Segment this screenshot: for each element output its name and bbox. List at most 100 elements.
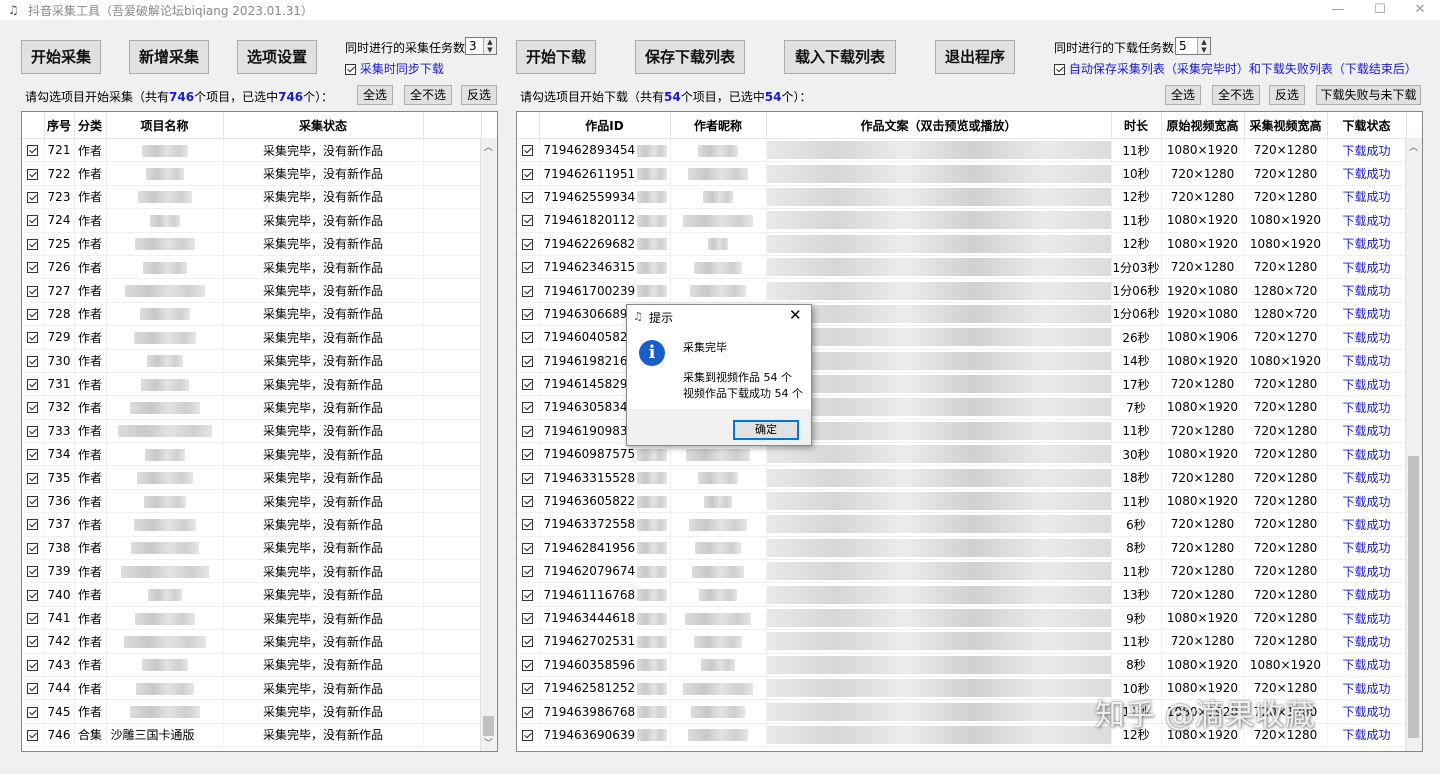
load-download-list-button[interactable]: 载入下载列表 — [784, 40, 896, 74]
checkbox-icon[interactable] — [522, 519, 534, 531]
checkbox-icon[interactable] — [27, 706, 39, 718]
row-checkbox[interactable] — [22, 676, 45, 701]
table-row[interactable]: 727 作者 采集完毕，没有新作品 — [22, 278, 482, 303]
collect-concurrent-spinner[interactable]: 3 ▲ ▼ — [465, 37, 497, 55]
left-select-none-button[interactable]: 全不选 — [404, 85, 452, 105]
table-row[interactable]: 726 作者 采集完毕，没有新作品 — [22, 255, 482, 280]
table-row[interactable]: 719460987575 30秒 1080×1920 720×1280 下载成功 — [517, 442, 1407, 467]
checkbox-icon[interactable] — [27, 238, 39, 250]
row-caption-redacted[interactable] — [766, 489, 1112, 514]
auto-save-checkbox[interactable]: 自动保存采集列表（采集完毕时）和下载失败列表（下载结束后） — [1054, 60, 1417, 77]
row-caption-redacted[interactable] — [766, 629, 1112, 654]
checkbox-icon[interactable] — [27, 496, 39, 508]
row-caption-redacted[interactable] — [766, 442, 1112, 467]
checkbox-icon[interactable] — [27, 168, 39, 180]
header-dl-status[interactable]: 下载状态 — [1327, 112, 1407, 139]
download-fail-button[interactable]: 下载失败与未下载 — [1316, 85, 1421, 105]
table-row[interactable]: 719462841956 8秒 720×1280 720×1280 下载成功 — [517, 536, 1407, 561]
checkbox-icon[interactable] — [522, 191, 534, 203]
table-row[interactable]: 719462346315 1分03秒 720×1280 720×1280 下载成功 — [517, 255, 1407, 280]
header-coll-size[interactable]: 采集视频宽高 — [1244, 112, 1328, 139]
right-select-none-button[interactable]: 全不选 — [1212, 85, 1260, 105]
header-no[interactable]: 序号 — [44, 112, 75, 139]
row-checkbox[interactable] — [22, 559, 45, 584]
checkbox-icon[interactable] — [522, 566, 534, 578]
new-collect-button[interactable]: 新增采集 — [129, 40, 209, 74]
table-row[interactable]: 734 作者 采集完毕，没有新作品 — [22, 442, 482, 467]
row-caption-redacted[interactable] — [766, 138, 1112, 163]
row-checkbox[interactable] — [22, 489, 45, 514]
scroll-up-icon[interactable]: ︿ — [1409, 140, 1418, 153]
checkbox-icon[interactable] — [522, 425, 534, 437]
options-button[interactable]: 选项设置 — [237, 40, 317, 74]
header-id[interactable]: 作品ID — [539, 112, 671, 139]
table-row[interactable]: 722 作者 采集完毕，没有新作品 — [22, 161, 482, 186]
table-row[interactable]: 729 作者 采集完毕，没有新作品 — [22, 325, 482, 350]
minimize-button[interactable]: — — [1318, 0, 1358, 20]
checkbox-icon[interactable] — [27, 683, 39, 695]
row-checkbox[interactable] — [517, 325, 540, 350]
checkbox-icon[interactable] — [27, 379, 39, 391]
checkbox-icon[interactable] — [522, 145, 534, 157]
row-checkbox[interactable] — [22, 208, 45, 233]
table-row[interactable]: 743 作者 采集完毕，没有新作品 — [22, 653, 482, 677]
row-caption-redacted[interactable] — [766, 325, 1112, 350]
row-caption-redacted[interactable] — [766, 699, 1112, 724]
table-row[interactable]: 725 作者 采集完毕，没有新作品 — [22, 232, 482, 256]
checkbox-icon[interactable] — [27, 402, 39, 414]
checkbox-icon[interactable] — [27, 332, 39, 344]
row-checkbox[interactable] — [22, 185, 45, 210]
row-checkbox[interactable] — [22, 255, 45, 280]
table-row[interactable]: 719462611951 10秒 720×1280 720×1280 下载成功 — [517, 161, 1407, 186]
row-checkbox[interactable] — [22, 582, 45, 607]
left-invert-button[interactable]: 反选 — [461, 85, 497, 105]
checkbox-icon[interactable] — [522, 683, 534, 695]
row-caption-redacted[interactable] — [766, 161, 1112, 186]
row-checkbox[interactable] — [22, 138, 45, 163]
row-checkbox[interactable] — [22, 395, 45, 420]
right-scroll-thumb[interactable] — [1408, 456, 1419, 738]
row-caption-redacted[interactable] — [766, 232, 1112, 256]
dialog-close-button[interactable]: ✕ — [789, 306, 802, 324]
row-caption-redacted[interactable] — [766, 606, 1112, 631]
row-checkbox[interactable] — [517, 302, 540, 327]
row-checkbox[interactable] — [22, 536, 45, 561]
row-checkbox[interactable] — [22, 232, 45, 256]
row-checkbox[interactable] — [22, 419, 45, 444]
checkbox-icon[interactable] — [27, 355, 39, 367]
table-row[interactable]: 736 作者 采集完毕，没有新作品 — [22, 489, 482, 514]
row-checkbox[interactable] — [517, 419, 540, 444]
row-checkbox[interactable] — [517, 255, 540, 280]
checkbox-icon[interactable] — [27, 449, 39, 461]
checkbox-icon[interactable] — [522, 636, 534, 648]
checkbox-icon[interactable] — [27, 613, 39, 624]
row-caption-redacted[interactable] — [766, 723, 1112, 748]
close-window-button[interactable]: ✕ — [1400, 0, 1440, 20]
sync-download-checkbox[interactable]: 采集时同步下载 — [345, 60, 444, 77]
row-checkbox[interactable] — [517, 723, 540, 748]
row-checkbox[interactable] — [22, 325, 45, 350]
start-download-button[interactable]: 开始下载 — [516, 40, 596, 74]
table-row[interactable]: 744 作者 采集完毕，没有新作品 — [22, 676, 482, 701]
checkbox-icon[interactable] — [522, 355, 534, 367]
checkbox-icon[interactable] — [522, 542, 534, 554]
checkbox-icon[interactable] — [27, 542, 39, 554]
checkbox-icon[interactable] — [345, 64, 356, 75]
checkbox-icon[interactable] — [522, 168, 534, 180]
checkbox-icon[interactable] — [522, 449, 534, 461]
table-row[interactable]: 741 作者 采集完毕，没有新作品 — [22, 606, 482, 631]
checkbox-icon[interactable] — [27, 215, 39, 227]
header-orig-size[interactable]: 原始视频宽高 — [1161, 112, 1245, 139]
table-row[interactable]: 719460358596 8秒 1080×1920 1080×1920 下载成功 — [517, 653, 1407, 677]
header-caption[interactable]: 作品文案（双击预览或播放） — [766, 112, 1112, 139]
table-row[interactable]: 719461116768 13秒 720×1280 720×1280 下载成功 — [517, 582, 1407, 607]
scroll-down-icon[interactable]: ﹀ — [484, 736, 493, 749]
table-row[interactable]: 728 作者 采集完毕，没有新作品 — [22, 302, 482, 327]
start-collect-button[interactable]: 开始采集 — [21, 40, 101, 74]
header-author[interactable]: 作者昵称 — [670, 112, 767, 139]
table-row[interactable]: 731 作者 采集完毕，没有新作品 — [22, 372, 482, 397]
table-row[interactable]: 732 作者 采集完毕，没有新作品 — [22, 395, 482, 420]
row-caption-redacted[interactable] — [766, 372, 1112, 397]
header-duration[interactable]: 时长 — [1111, 112, 1162, 139]
row-checkbox[interactable] — [22, 349, 45, 373]
